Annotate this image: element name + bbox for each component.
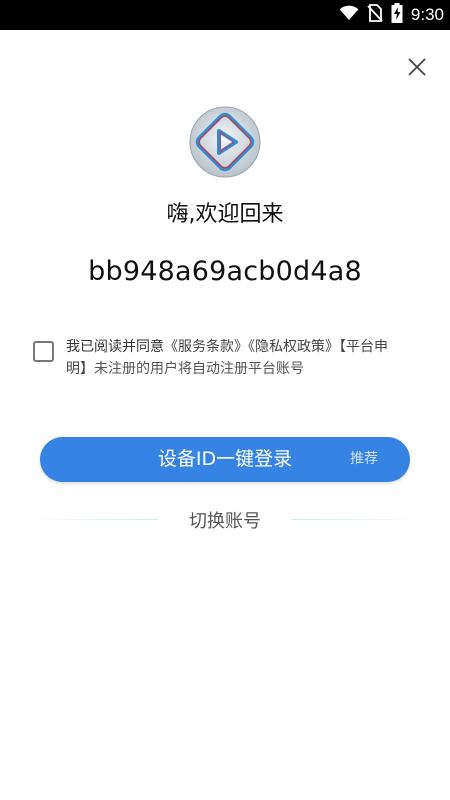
status-time: 9:30: [410, 5, 444, 24]
privacy-policy-link[interactable]: 《隐私权政策》: [248, 339, 339, 355]
welcome-title: 嗨,欢迎回来: [166, 202, 284, 227]
agreement-prefix: 我已阅读并同意: [66, 339, 164, 355]
battery-charging-icon: [391, 3, 403, 27]
agreement-checkbox[interactable]: [33, 341, 54, 362]
switch-account-label: 切换账号: [189, 511, 261, 532]
device-id: bb948a69acb0d4a8: [88, 256, 362, 287]
recommended-badge: 推荐: [350, 451, 378, 467]
agreement-text: 我已阅读并同意《服务条款》《隐私权政策》【平台申明】未注册的用户将自动注册平台账…: [66, 336, 406, 380]
close-icon: [408, 58, 426, 76]
service-terms-link[interactable]: 《服务条款》: [164, 339, 248, 355]
agreement-suffix: 未注册的用户将自动注册平台账号: [94, 361, 304, 377]
device-id-login-button[interactable]: 设备ID一键登录 推荐: [40, 437, 410, 482]
status-bar: 9:30: [0, 0, 450, 30]
close-button[interactable]: [402, 52, 432, 82]
switch-account-link[interactable]: 切换账号: [0, 507, 450, 533]
no-sim-icon: [367, 4, 383, 26]
wifi-icon: [339, 5, 359, 25]
status-icons: 9:30: [339, 0, 444, 30]
app-logo: [189, 106, 261, 178]
